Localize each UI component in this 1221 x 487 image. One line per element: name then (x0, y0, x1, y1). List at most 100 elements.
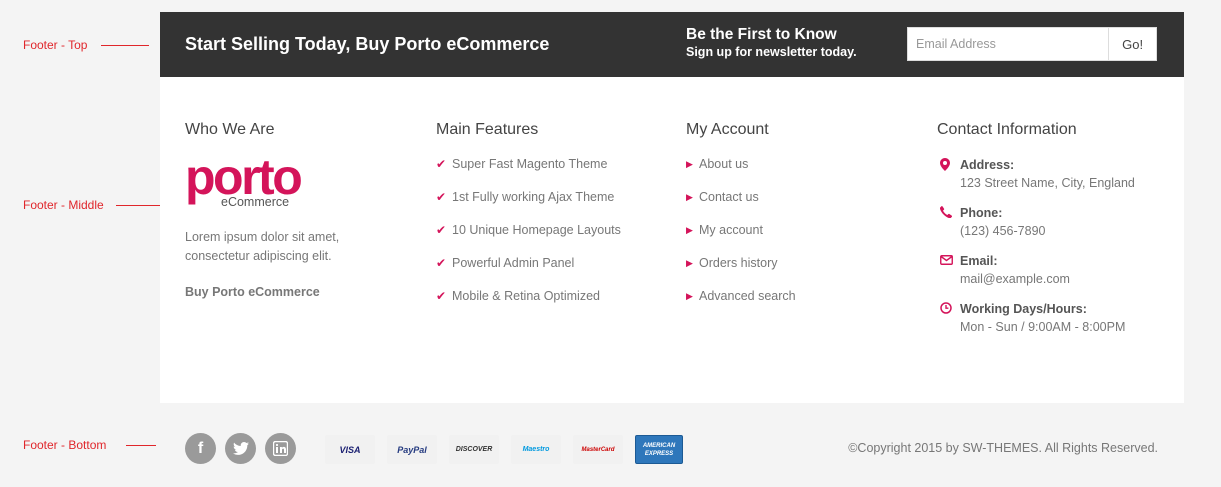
advanced-search-link[interactable]: Advanced search (699, 289, 796, 303)
who-we-are-column: Who We Are porto eCommerce Lorem ipsum d… (185, 121, 395, 299)
main-features-column: Main Features ✔ Super Fast Magento Theme … (436, 121, 666, 322)
check-icon: ✔ (436, 223, 447, 237)
feature-label: 10 Unique Homepage Layouts (452, 223, 621, 237)
amex-card-icon: AMERICAN EXPRESS (635, 435, 683, 464)
contact-information-column: Contact Information Address: 123 Street … (937, 121, 1177, 349)
maestro-card-icon: Maestro (511, 435, 561, 464)
features-list: ✔ Super Fast Magento Theme ✔ 1st Fully wor… (436, 157, 666, 322)
about-us-link[interactable]: About us (699, 157, 748, 171)
card-text: MasterCard (581, 446, 615, 453)
check-icon: ✔ (436, 157, 447, 171)
main-features-title: Main Features (436, 121, 539, 138)
payment-methods: VISA PayPal DISCOVER Maestro MasterCard … (325, 435, 695, 464)
contact-information-title: Contact Information (937, 121, 1077, 138)
logo-word: porto (185, 149, 303, 205)
orders-history-link[interactable]: Orders history (699, 256, 778, 270)
feature-item: ✔ 1st Fully working Ajax Theme (436, 190, 666, 223)
social-icons: f (185, 433, 305, 464)
footer-middle: Who We Are porto eCommerce Lorem ipsum d… (160, 77, 1184, 403)
contact-address: Address: 123 Street Name, City, England (937, 157, 1177, 205)
linkedin-icon[interactable] (265, 433, 296, 464)
annotation-footer-top: Footer - Top (23, 38, 150, 52)
annotation-footer-bottom: Footer - Bottom (23, 438, 157, 452)
paypal-card-icon: PayPal (387, 435, 437, 464)
contact-email: Email: mail@example.com (937, 253, 1177, 301)
my-account-title: My Account (686, 121, 769, 138)
card-text: VISA (339, 444, 361, 455)
facebook-icon[interactable]: f (185, 433, 216, 464)
feature-label: Mobile & Retina Optimized (452, 289, 600, 303)
contact-phone: Phone: (123) 456-7890 (937, 205, 1177, 253)
email-input[interactable] (908, 28, 1109, 60)
newsletter-submit-button[interactable]: Go! (1108, 28, 1156, 60)
card-text: AMERICAN EXPRESS (642, 442, 676, 457)
newsletter-title: Be the First to Know (686, 26, 837, 43)
check-icon: ✔ (436, 256, 447, 270)
account-link-item: ▶ Orders history (686, 256, 886, 289)
visa-card-icon: VISA (325, 435, 375, 464)
twitter-icon[interactable] (225, 433, 256, 464)
contact-phone-text: Phone: (123) 456-7890 (960, 205, 1045, 253)
check-icon: ✔ (436, 190, 447, 204)
contact-value: (123) 456-7890 (960, 224, 1046, 238)
who-we-are-title: Who We Are (185, 121, 275, 138)
feature-item: ✔ Powerful Admin Panel (436, 256, 666, 289)
feature-label: Powerful Admin Panel (452, 256, 575, 270)
contact-label: Email: (960, 254, 998, 268)
account-link-item: ▶ My account (686, 223, 886, 256)
contact-list: Address: 123 Street Name, City, England … (937, 157, 1177, 349)
footer-slogan: Start Selling Today, Buy Porto eCommerce (185, 34, 550, 54)
porto-logo[interactable]: porto eCommerce (185, 149, 305, 213)
newsletter-subtitle: Sign up for newsletter today. (686, 45, 857, 59)
my-account-column: My Account ▶ About us ▶ Contact us ▶ My acc… (686, 121, 886, 322)
contact-label: Working Days/Hours: (960, 302, 1087, 316)
contact-us-link[interactable]: Contact us (699, 190, 759, 204)
caret-right-icon: ▶ (686, 192, 693, 202)
footer-top: Start Selling Today, Buy Porto eCommerce… (160, 12, 1184, 77)
card-text: DISCOVER (455, 446, 493, 453)
annotation-line (115, 204, 164, 206)
contact-label: Address: (960, 158, 1015, 172)
contact-address-text: Address: 123 Street Name, City, England (960, 157, 1135, 205)
discover-card-icon: DISCOVER (449, 435, 499, 464)
caret-right-icon: ▶ (686, 159, 693, 169)
feature-item: ✔ Super Fast Magento Theme (436, 157, 666, 190)
feature-item: ✔ 10 Unique Homepage Layouts (436, 223, 666, 256)
phone-icon (937, 205, 960, 253)
account-link-item: ▶ Advanced search (686, 289, 886, 322)
contact-value: 123 Street Name, City, England (960, 176, 1135, 190)
account-link-item: ▶ Contact us (686, 190, 886, 223)
check-icon: ✔ (436, 289, 447, 303)
envelope-icon (937, 253, 960, 301)
card-text: Maestro (522, 446, 550, 453)
contact-email-text: Email: mail@example.com (960, 253, 1070, 301)
feature-item: ✔ Mobile & Retina Optimized (436, 289, 666, 322)
annotation-label: Footer - Top (23, 38, 88, 52)
logo-subtext: eCommerce (221, 195, 290, 209)
my-account-link[interactable]: My account (699, 223, 763, 237)
about-text: Lorem ipsum dolor sit amet, consectetur … (185, 230, 340, 263)
buy-porto-link[interactable]: Buy Porto eCommerce (185, 285, 395, 299)
contact-value: mail@example.com (960, 272, 1070, 286)
copyright-text: ©Copyright 2015 by SW-THEMES. All Rights… (848, 441, 1158, 455)
card-text: PayPal (397, 444, 427, 455)
footer-bottom: f VISA PayPal DISCOVER Maestro MasterCar… (160, 403, 1184, 487)
account-links-list: ▶ About us ▶ Contact us ▶ My account ▶ Order… (686, 157, 886, 322)
feature-label: Super Fast Magento Theme (452, 157, 608, 171)
clock-icon (937, 301, 960, 349)
caret-right-icon: ▶ (686, 291, 693, 301)
contact-hours: Working Days/Hours: Mon - Sun / 9:00AM -… (937, 301, 1177, 349)
annotation-label: Footer - Bottom (23, 438, 107, 452)
contact-value: Mon - Sun / 9:00AM - 8:00PM (960, 320, 1126, 334)
newsletter-form: Go! (907, 27, 1157, 61)
annotation-line (101, 44, 150, 46)
mastercard-card-icon: MasterCard (573, 435, 623, 464)
caret-right-icon: ▶ (686, 258, 693, 268)
map-marker-icon (937, 157, 960, 205)
annotation-label: Footer - Middle (23, 198, 104, 212)
caret-right-icon: ▶ (686, 225, 693, 235)
account-link-item: ▶ About us (686, 157, 886, 190)
feature-label: 1st Fully working Ajax Theme (452, 190, 615, 204)
annotation-footer-middle: Footer - Middle (23, 198, 164, 212)
contact-label: Phone: (960, 206, 1003, 220)
